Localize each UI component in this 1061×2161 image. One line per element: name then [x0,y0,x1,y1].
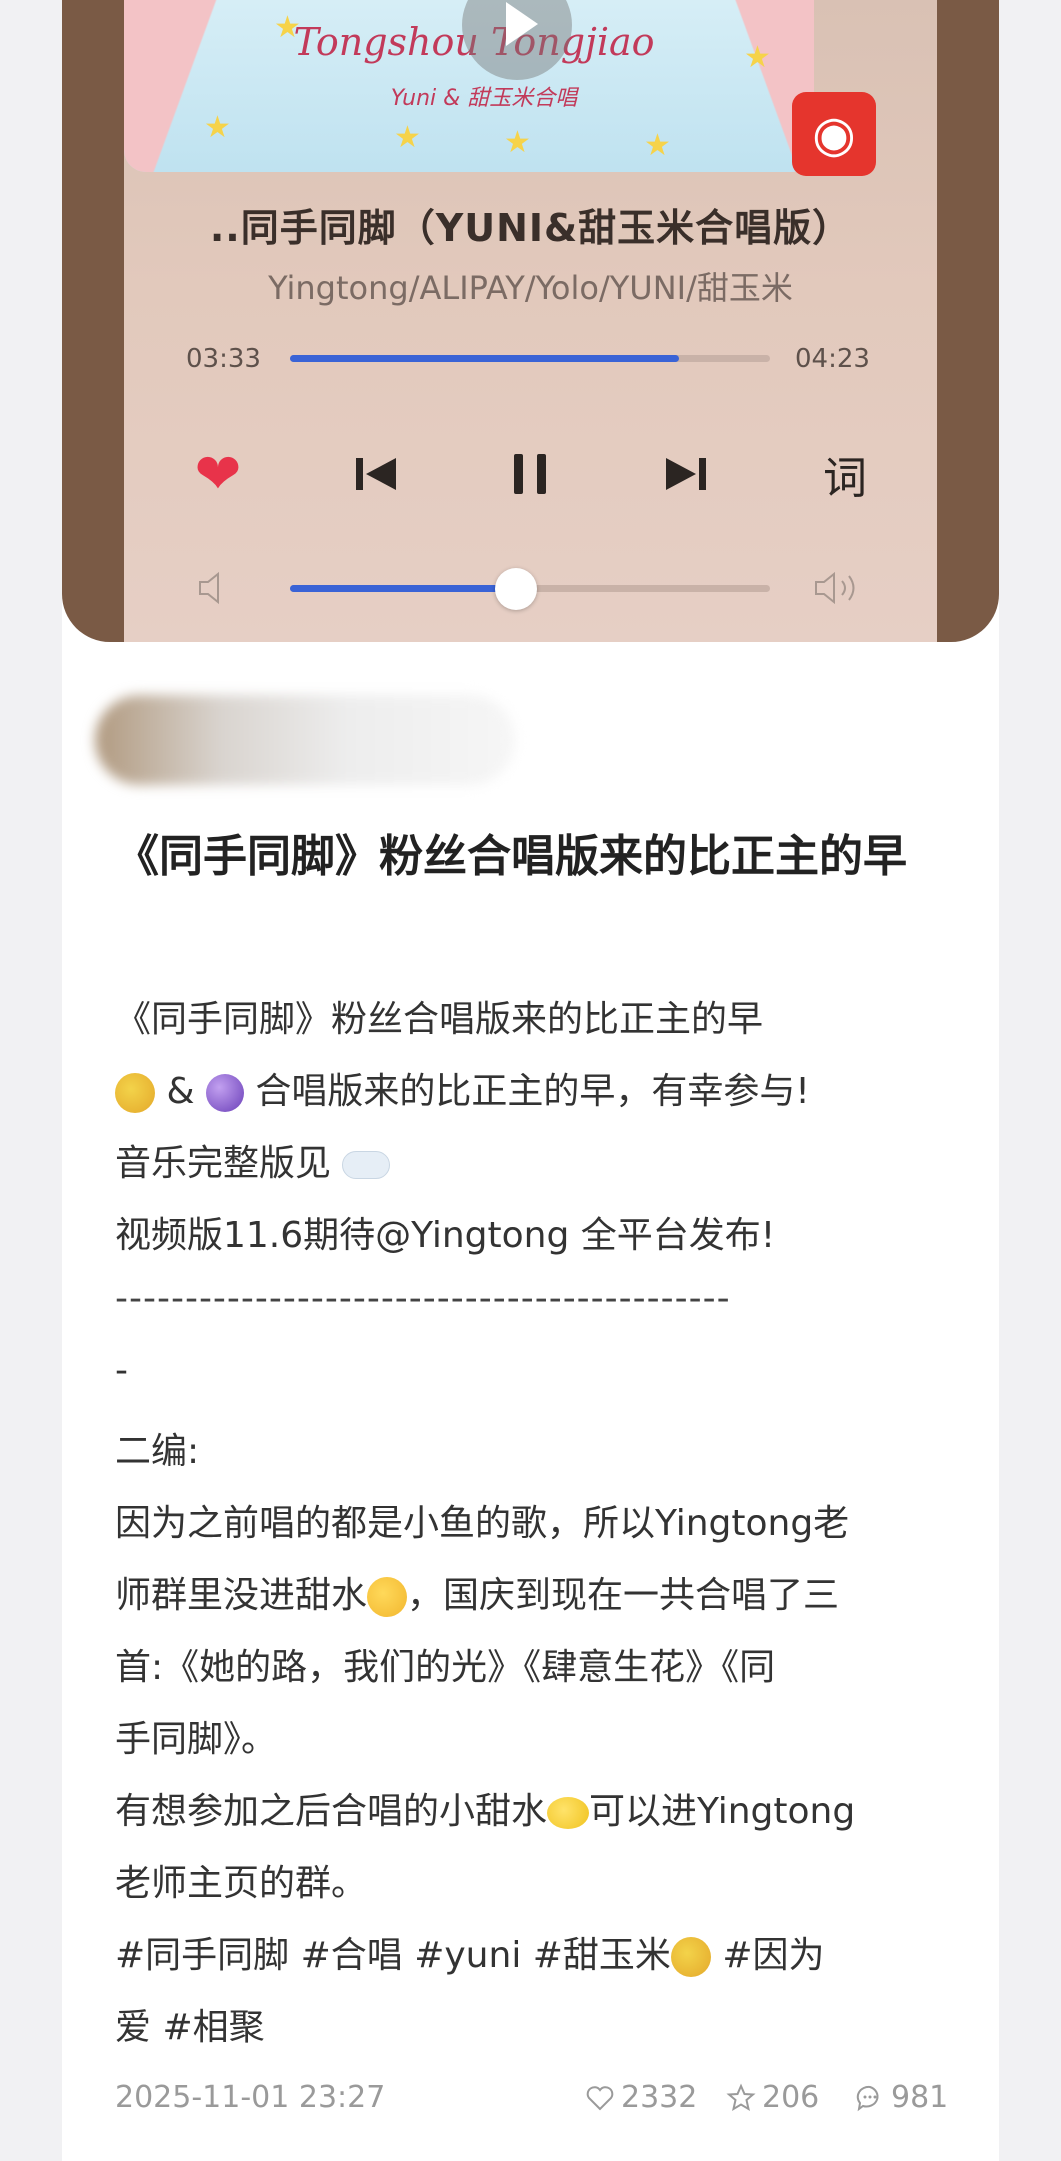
comment-icon [856,2085,879,2111]
volume-fill [290,585,516,592]
like-button[interactable]: 2332 [585,2080,697,2115]
cover-subtitle: Yuni & 甜玉米合唱 [390,86,578,111]
hashtag-line[interactable]: 爱 #相聚 [115,1998,955,2050]
post-text-line: 手同脚》。 [115,1719,278,1760]
volume-low-icon [196,570,232,615]
cloud-icon [342,1151,391,1179]
star-icon: ★ [644,128,671,163]
post-text-line: 视频版11.6期待@Yingtong 全平台发布! [115,1215,776,1256]
heart-outline-icon [586,2085,614,2110]
star-icon: ★ [204,110,231,145]
like-count: 2332 [621,2080,698,2115]
divider-line: ----------------------------------------… [115,1278,731,1319]
post-text-line: & 合唱版来的比正主的早，有幸参与! [115,1062,955,1114]
post-text-line: 音乐完整版见 [115,1134,955,1186]
corn-icon [670,1937,711,1977]
lemon-icon [547,1797,590,1829]
post-text-line: - [115,1350,128,1391]
post-text-line: 有想参加之后合唱的小甜水 可以进Yingtong [115,1791,856,1832]
next-icon[interactable] [660,442,712,506]
pause-icon[interactable] [505,442,555,506]
post-text-line: 《同手同脚》粉丝合唱版来的比正主的早 [115,999,764,1040]
progress-bar[interactable] [290,355,770,362]
current-time: 03:33 [186,344,261,374]
post-text-line: 首:《她的路，我们的光》《肆意生花》《同 [115,1647,776,1688]
volume-knob[interactable] [494,568,537,610]
volume-high-icon [812,570,876,615]
lyrics-button[interactable]: 词 [815,442,875,506]
post-text-line: 因为之前唱的都是小鱼的歌，所以Yingtong老 [115,1503,850,1544]
hashtag-line[interactable]: #同手同脚 #合唱 #yuni #甜玉米 #因为 [115,1926,955,1978]
cover-decoration [124,0,244,172]
favorite-button[interactable]: 206 [726,2080,819,2115]
comment-count: 981 [891,2080,949,2115]
avatar[interactable] [95,695,515,785]
post-text-line: 二编: [115,1431,200,1472]
netease-music-icon[interactable]: ◉ [792,92,876,176]
post-date: 2025-11-01 23:27 [115,2080,386,2115]
laughing-emoji-icon [367,1577,408,1617]
star-icon: ★ [504,125,531,160]
crystal-ball-icon [205,1074,244,1112]
favorite-count: 206 [762,2080,820,2115]
heart-icon[interactable]: ❤ [186,442,250,507]
total-time: 04:23 [795,344,870,374]
comment-button[interactable]: 981 [855,2080,948,2115]
star-icon: ★ [394,120,421,155]
post-text-line: 师群里没进甜水 ，国庆到现在一共合唱了三 [115,1575,840,1617]
progress-fill [290,355,679,362]
previous-icon[interactable] [350,442,402,506]
star-icon: ★ [744,40,771,75]
post-text-line: 老师主页的群。 [115,1863,368,1904]
corn-icon [115,1073,155,1113]
star-outline-icon [726,2083,756,2111]
post-title: 《同手同脚》粉丝合唱版来的比正主的早 [115,831,907,882]
song-title: ..同手同脚（YUNI&甜玉米合唱版） [209,206,852,250]
song-artists: Yingtong/ALIPAY/Yolo/YUNI/甜玉米 [268,269,793,307]
